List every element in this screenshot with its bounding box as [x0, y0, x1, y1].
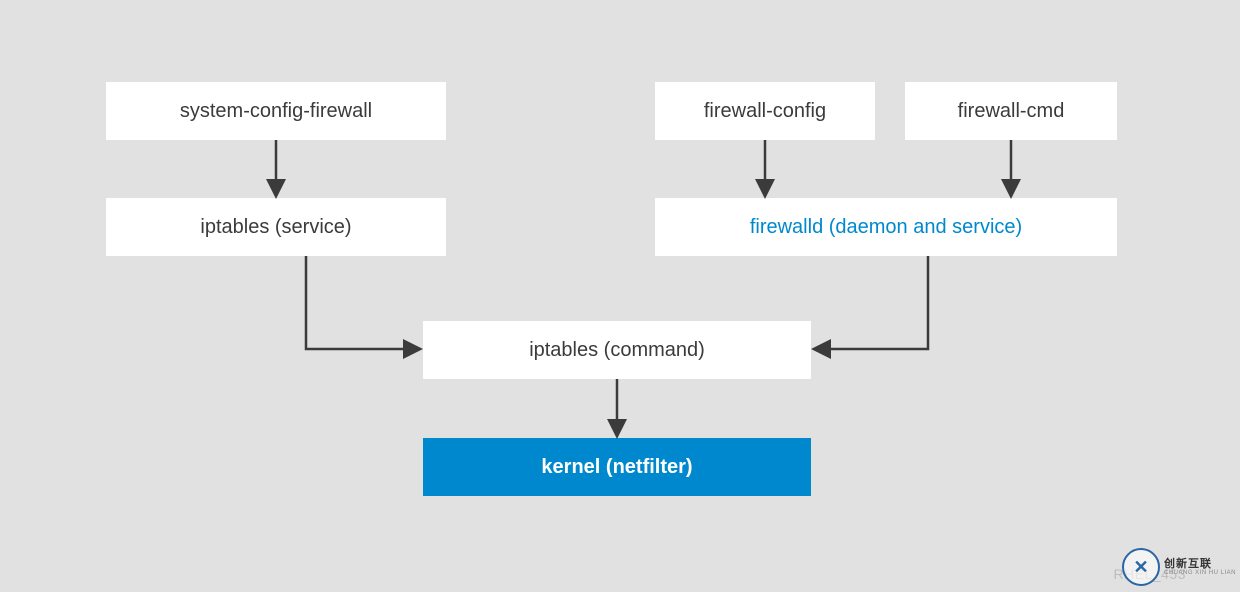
watermark-sub-text: CHUANG XIN HU LIAN [1164, 570, 1236, 576]
node-firewalld-daemon: firewalld (daemon and service) [655, 198, 1117, 256]
node-iptables-service: iptables (service) [106, 198, 446, 256]
watermark-main-text: 创新互联 [1164, 559, 1236, 570]
node-iptables-command: iptables (command) [423, 321, 811, 379]
node-firewall-cmd: firewall-cmd [905, 82, 1117, 140]
watermark: ✕ 创新互联 CHUANG XIN HU LIAN [1122, 548, 1236, 586]
node-system-config-firewall: system-config-firewall [106, 82, 446, 140]
node-firewall-config: firewall-config [655, 82, 875, 140]
node-kernel-netfilter: kernel (netfilter) [423, 438, 811, 496]
watermark-logo-icon: ✕ [1122, 548, 1160, 586]
